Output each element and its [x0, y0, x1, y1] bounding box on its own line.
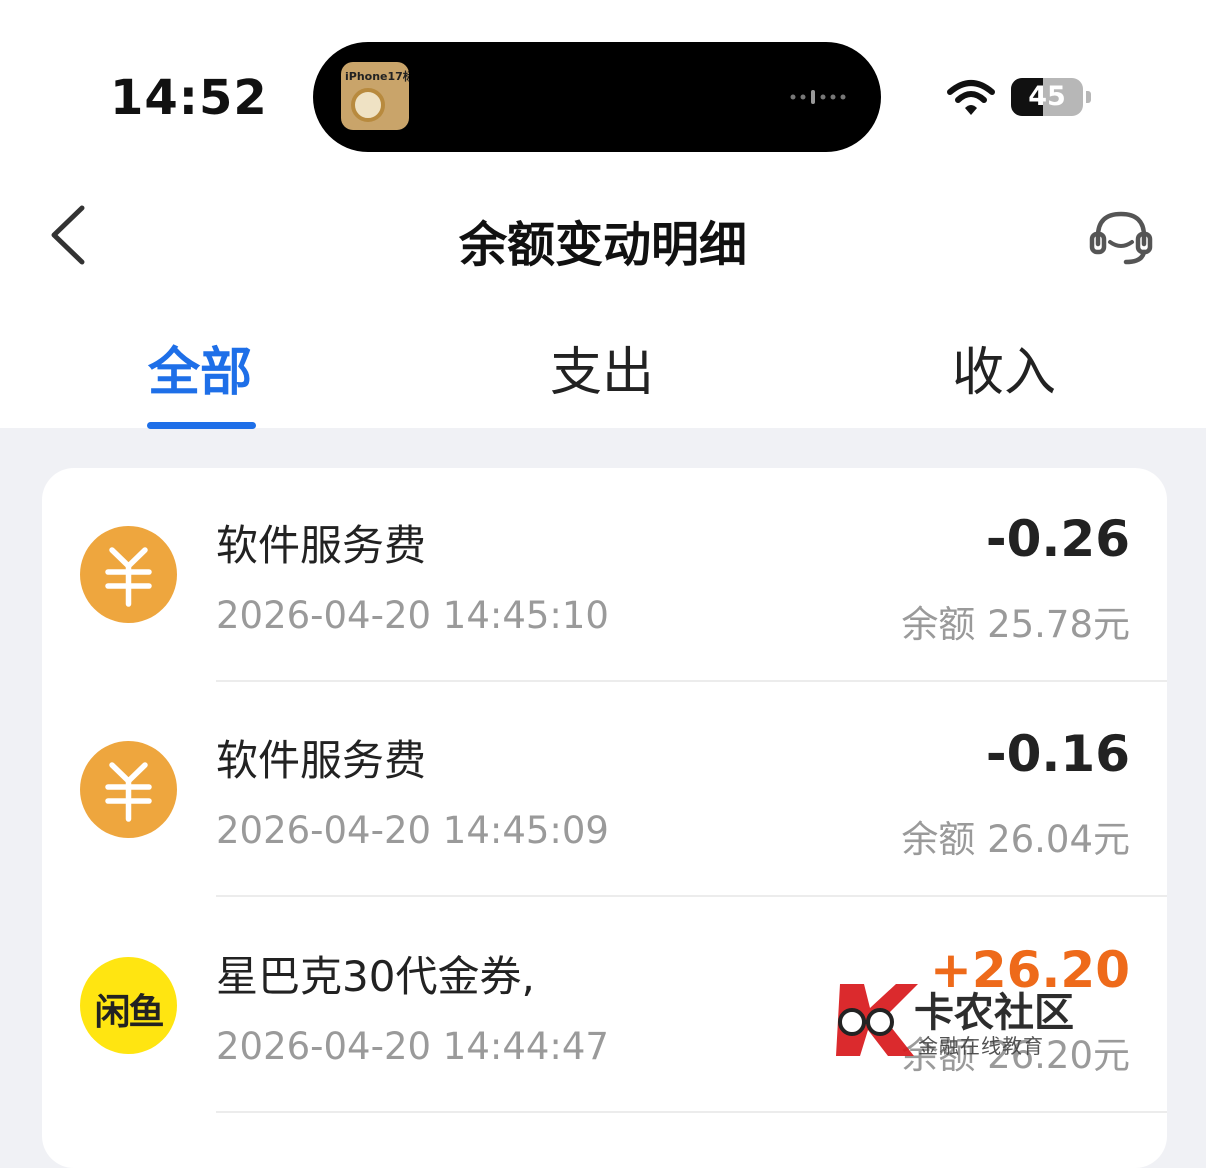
- record-name: 软件服务费: [216, 521, 427, 570]
- tab-all[interactable]: 全部: [148, 330, 252, 405]
- record-balance: 余额 26.04元: [901, 818, 1130, 861]
- customer-service-headset-icon[interactable]: [1088, 204, 1154, 270]
- island-thumbnail: iPhone17标: [341, 62, 409, 130]
- tab-income[interactable]: 收入: [952, 330, 1056, 405]
- records-list: 软件服务费 2026-04-20 14:45:10 -0.26 余额 25.78…: [42, 468, 1167, 1168]
- record-amount: -0.26: [985, 510, 1130, 568]
- battery-tip: [1086, 91, 1091, 103]
- yen-icon: [80, 526, 177, 623]
- record-datetime: 2026-04-20 14:45:10: [216, 594, 609, 637]
- watermark-logo-icon: [836, 984, 918, 1056]
- divider: [216, 680, 1167, 682]
- battery-percent: 45: [1028, 81, 1066, 112]
- xianyu-icon: 闲鱼: [80, 957, 177, 1054]
- record-amount: -0.16: [985, 725, 1130, 783]
- record-balance: 余额 25.78元: [901, 603, 1130, 646]
- island-thumb-label: iPhone17标: [345, 70, 409, 83]
- record-datetime: 2026-04-20 14:44:47: [216, 1025, 609, 1068]
- xianyu-icon-text: 闲鱼: [94, 992, 164, 1033]
- watermark-subtitle: 金融在线教育: [918, 1034, 1044, 1058]
- divider: [216, 895, 1167, 897]
- record-name: 软件服务费: [216, 736, 427, 785]
- wifi-icon: [947, 80, 995, 115]
- yen-icon: [80, 741, 177, 838]
- battery-icon: 45: [1011, 78, 1083, 116]
- page-title: 余额变动明细: [458, 217, 747, 273]
- dynamic-island[interactable]: iPhone17标: [313, 42, 881, 152]
- camera-lens-icon: [351, 88, 385, 122]
- list-item[interactable]: 软件服务费 2026-04-20 14:45:10 -0.26 余额 25.78…: [42, 468, 1167, 682]
- record-datetime: 2026-04-20 14:45:09: [216, 809, 609, 852]
- active-tab-indicator: [147, 422, 256, 429]
- list-item[interactable]: 软件服务费 2026-04-20 14:45:09 -0.16 余额 26.04…: [42, 683, 1167, 897]
- record-name: 星巴克30代金券,: [216, 952, 535, 1001]
- status-time: 14:52: [110, 70, 268, 126]
- tab-expense[interactable]: 支出: [550, 330, 654, 405]
- divider: [216, 1111, 1167, 1113]
- audio-wave-icon: [790, 90, 846, 104]
- watermark: 卡农社区 金融在线教育: [830, 978, 1120, 1060]
